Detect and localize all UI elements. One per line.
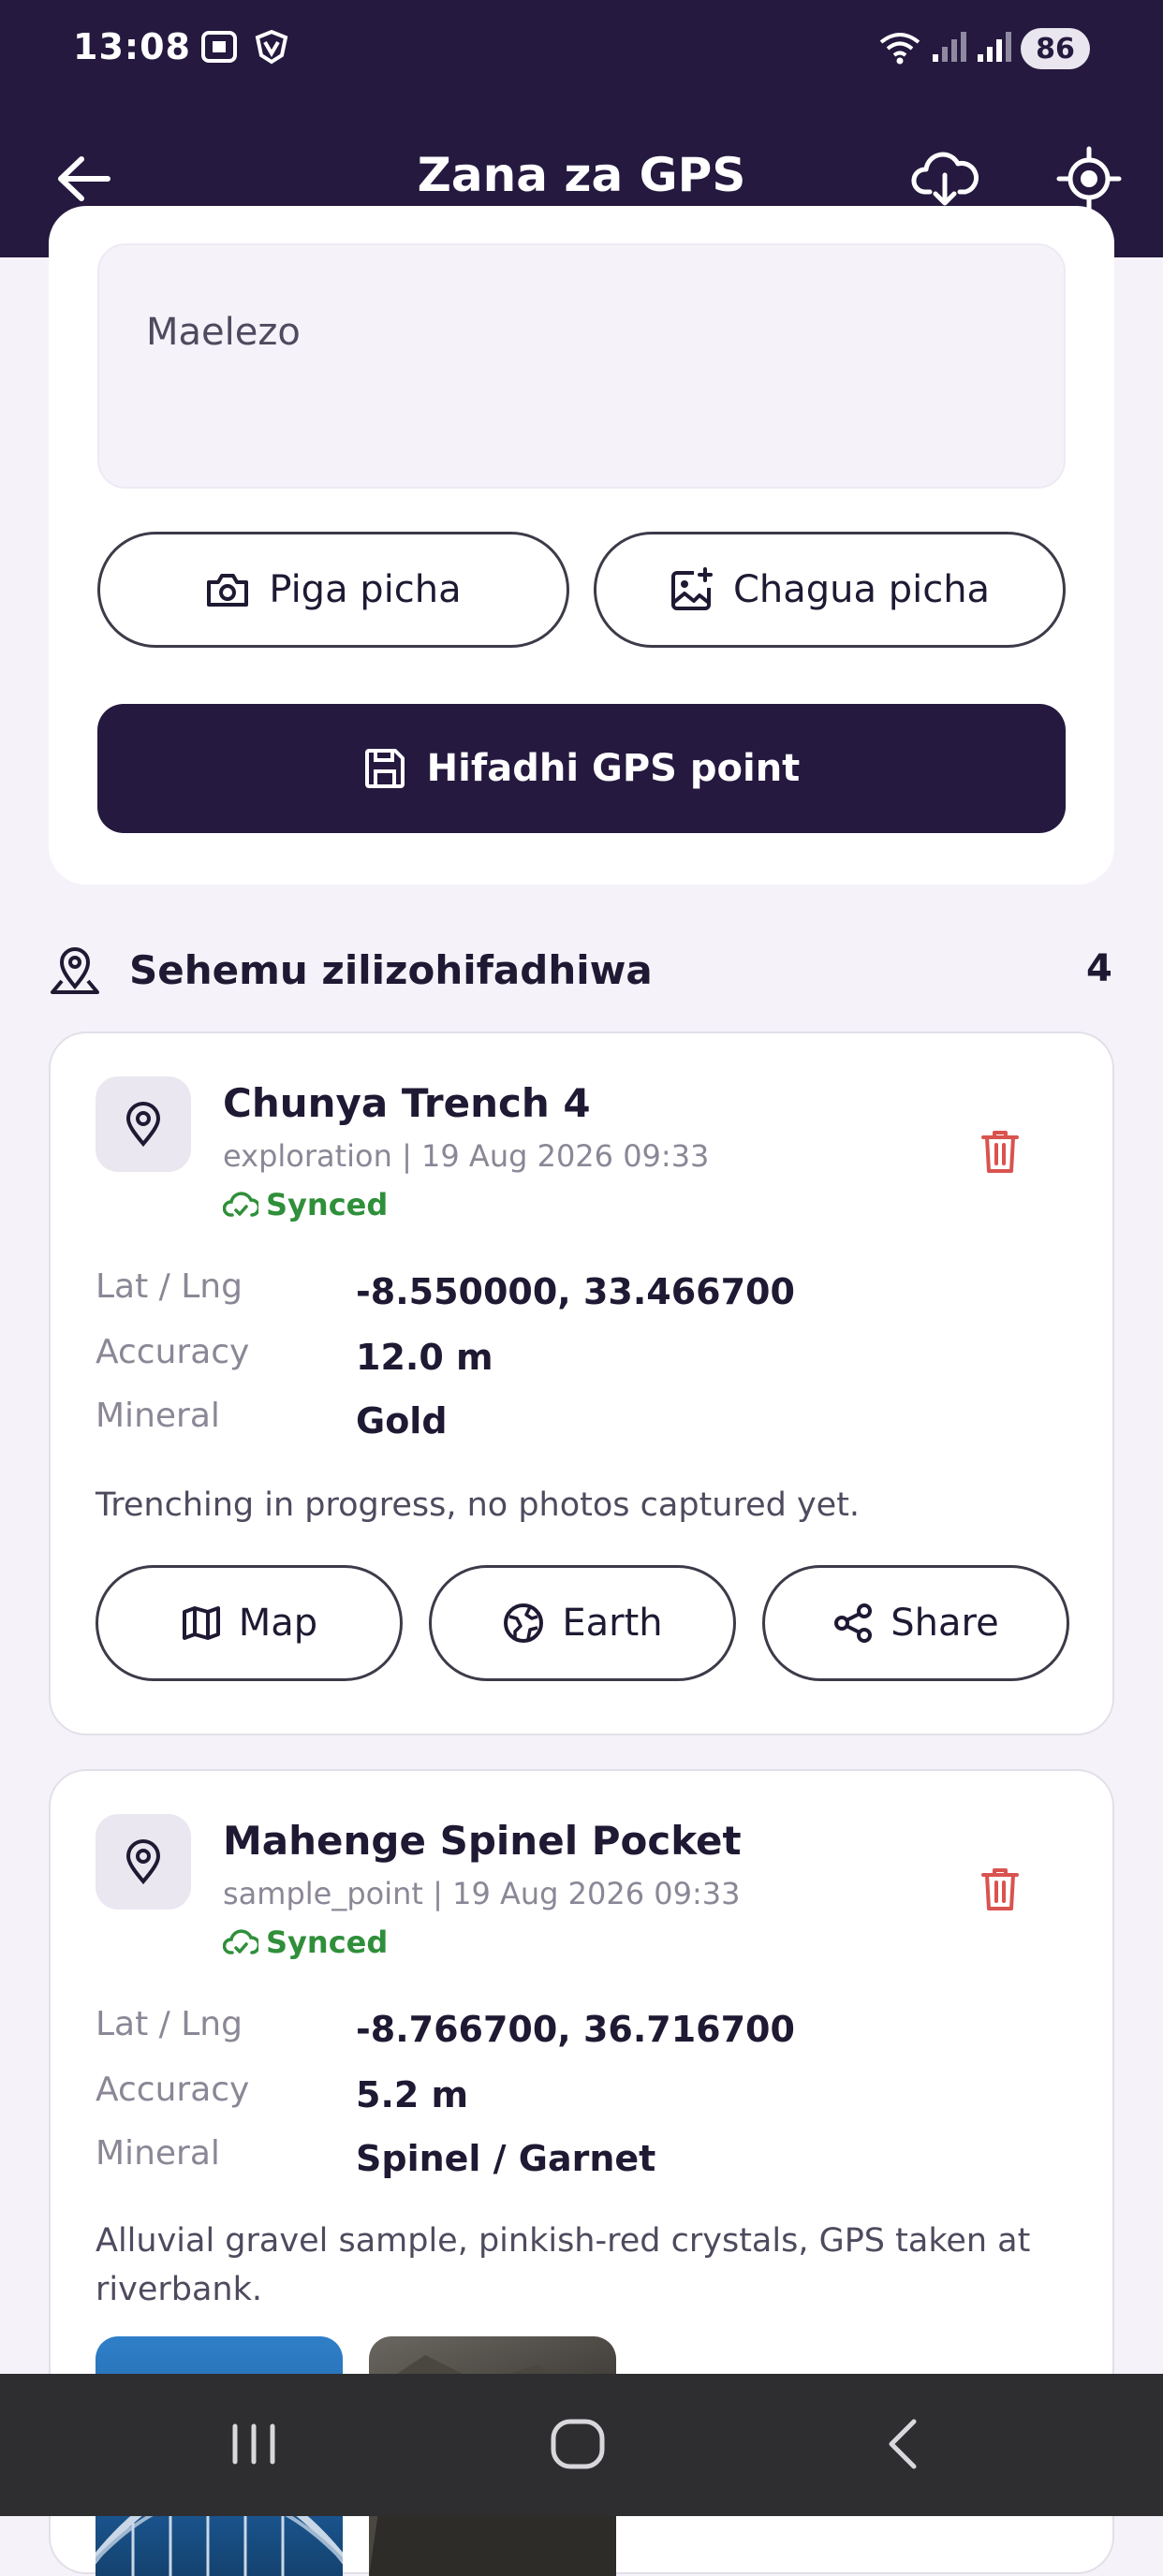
save-gps-point-button[interactable]: Hifadhi GPS point xyxy=(97,704,1066,833)
delete-button[interactable] xyxy=(972,1123,1028,1179)
cloud-download-icon xyxy=(911,152,979,206)
globe-icon xyxy=(504,1603,544,1643)
system-nav-bar xyxy=(0,2374,1163,2516)
delete-button[interactable] xyxy=(972,1861,1028,1917)
point-note: Alluvial gravel sample, pinkish-red crys… xyxy=(96,2217,1030,2314)
camera-icon xyxy=(207,574,249,607)
recents-icon xyxy=(232,2423,275,2465)
map-icon xyxy=(182,1606,220,1640)
back-nav-button[interactable] xyxy=(861,2411,946,2477)
sync-status-label: Synced xyxy=(266,1925,389,1960)
save-icon xyxy=(364,749,405,788)
take-photo-label: Piga picha xyxy=(269,568,462,611)
map-pin-icon xyxy=(96,1814,191,1910)
point-note-line: Alluvial gravel sample, pinkish-red crys… xyxy=(96,2222,1031,2260)
point-actions: Map Earth Share xyxy=(96,1565,1071,1681)
point-note-line: riverbank. xyxy=(96,2271,262,2308)
field-value: Gold xyxy=(356,1400,448,1442)
field-value: Spinel / Garnet xyxy=(356,2138,656,2179)
save-gps-point-label: Hifadhi GPS point xyxy=(426,747,801,790)
field-label: Lat / Lng xyxy=(96,1267,243,1306)
page-title: Zana za GPS xyxy=(417,148,746,202)
field-label: Accuracy xyxy=(96,2071,250,2109)
field-label: Mineral xyxy=(96,1397,220,1435)
earth-button[interactable]: Earth xyxy=(429,1565,736,1681)
field-value: -8.766700, 36.716700 xyxy=(356,2009,795,2050)
home-button[interactable] xyxy=(536,2411,620,2477)
map-pin-user-icon xyxy=(49,944,101,1000)
cloud-check-icon xyxy=(223,1192,258,1217)
gps-target-icon xyxy=(1056,146,1122,212)
field-value: 12.0 m xyxy=(356,1337,493,1378)
share-label: Share xyxy=(891,1602,999,1645)
point-name: Mahenge Spinel Pocket xyxy=(223,1818,742,1864)
description-placeholder: Maelezo xyxy=(146,311,301,354)
point-note: Trenching in progress, no photos capture… xyxy=(96,1486,861,1524)
home-icon xyxy=(551,2419,605,2469)
map-label: Map xyxy=(238,1602,318,1645)
add-image-icon xyxy=(670,567,713,610)
cloud-check-icon xyxy=(223,1929,258,1954)
choose-photo-button[interactable]: Chagua picha xyxy=(594,532,1066,648)
sync-status: Synced xyxy=(223,1187,388,1222)
saved-points-count: 4 xyxy=(1086,947,1112,990)
point-card: Chunya Trench 4 exploration | 19 Aug 202… xyxy=(49,1032,1114,1735)
vpn-icon xyxy=(251,28,292,66)
point-meta: sample_point | 19 Aug 2026 09:33 xyxy=(223,1876,741,1911)
chevron-left-icon xyxy=(889,2419,917,2469)
battery-indicator: 86 xyxy=(1021,28,1090,69)
share-button[interactable]: Share xyxy=(762,1565,1069,1681)
screenshot-icon xyxy=(199,28,240,66)
field-label: Mineral xyxy=(96,2134,220,2173)
field-label: Lat / Lng xyxy=(96,2005,243,2043)
map-button[interactable]: Map xyxy=(96,1565,403,1681)
sync-status-label: Synced xyxy=(266,1187,389,1222)
field-value: 5.2 m xyxy=(356,2074,469,2115)
share-icon xyxy=(834,1603,873,1643)
recent-apps-button[interactable] xyxy=(212,2411,296,2477)
trash-icon xyxy=(981,1131,1019,1173)
point-meta: exploration | 19 Aug 2026 09:33 xyxy=(223,1138,710,1174)
wifi-icon xyxy=(876,28,923,66)
description-field[interactable] xyxy=(97,243,1066,489)
earth-label: Earth xyxy=(562,1602,663,1645)
status-bar: 13:08 86 xyxy=(0,0,1163,103)
status-time: 13:08 xyxy=(73,26,191,67)
sync-status: Synced xyxy=(223,1925,388,1960)
signal-icon xyxy=(929,28,970,66)
take-photo-button[interactable]: Piga picha xyxy=(97,532,569,648)
map-pin-icon xyxy=(96,1076,191,1172)
trash-icon xyxy=(981,1868,1019,1910)
field-label: Accuracy xyxy=(96,1333,250,1371)
field-value: -8.550000, 33.466700 xyxy=(356,1271,795,1312)
signal-icon xyxy=(974,28,1015,66)
saved-points-title: Sehemu zilizohifadhiwa xyxy=(129,947,653,993)
choose-photo-label: Chagua picha xyxy=(732,568,991,611)
point-name: Chunya Trench 4 xyxy=(223,1080,591,1126)
